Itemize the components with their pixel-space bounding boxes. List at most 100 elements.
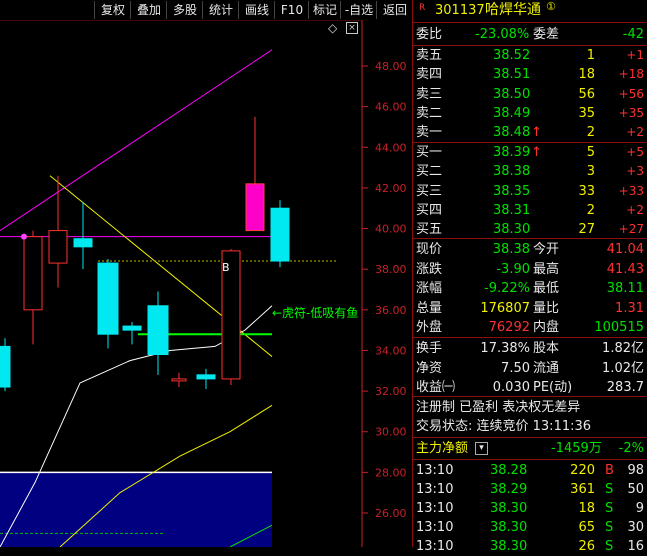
register-row: 注册制 已盈利 表决权无差异 [416, 400, 581, 415]
tick-price: 38.30 [490, 501, 528, 516]
asks-row[interactable]: 卖三 38.50 56 +56 [413, 85, 647, 104]
net-flow-value: -1459万 [551, 441, 602, 456]
tick-volume: 65 [578, 520, 595, 535]
stats2-row: 换手 17.38% 股本 1.82亿 [416, 341, 644, 356]
buy-marker: B [222, 261, 230, 274]
tick-time: 13:10 [416, 501, 454, 516]
tick-count: 98 [627, 463, 644, 478]
chart-settings-icon[interactable]: ◇ [328, 21, 337, 35]
tick-side: S [605, 501, 614, 516]
asks-change: +1 [626, 48, 644, 62]
net-flow-expand-icon[interactable]: ▾ [475, 442, 488, 455]
candle-body[interactable] [171, 378, 187, 382]
toolbar-button-7[interactable]: -自选 [340, 1, 377, 19]
candle-body[interactable] [147, 305, 169, 356]
toolbar-button-0[interactable]: 复权 [94, 1, 131, 19]
bids-row[interactable]: 买三 38.35 33 +33 [413, 182, 647, 201]
tick-time: 13:10 [416, 482, 454, 497]
quote-panel: R 301137 哈焊华通 ① 委比 -23.08% 委差 -42 卖五 38.5… [412, 0, 647, 554]
candle-body[interactable] [196, 374, 216, 380]
bids-label: 买一 [416, 145, 443, 160]
signal-dot [21, 233, 27, 240]
toolbar-button-3[interactable]: 统计 [202, 1, 239, 19]
y-tick-label: 48.00 [375, 60, 407, 73]
bids-change: +27 [618, 222, 644, 237]
kline-svg: 48.00 46.00 44.00 42.00 40.00 38.00 36.00 34.00… [0, 19, 407, 548]
toolbar: 复权 叠加 多股 统计 画线 F10 标记 -自选 返回 [0, 0, 412, 20]
asks-volume: 35 [578, 105, 595, 121]
asks-change: +35 [618, 105, 644, 120]
candle-body[interactable] [48, 230, 68, 264]
asks-label: 卖五 [416, 48, 443, 63]
asks-row[interactable]: 卖四 38.51 18 +18 [413, 65, 647, 84]
bids-price: 38.31 [493, 202, 531, 218]
bids-label: 买四 [416, 202, 443, 218]
toolbar-button-1[interactable]: 叠加 [130, 1, 167, 19]
tick-volume: 18 [578, 501, 595, 516]
y-tick-label: 30.00 [375, 426, 407, 439]
asks-row[interactable]: 卖二 38.49 35 +35 [413, 104, 647, 123]
stats-row: 涨幅 -9.22% 最低 38.11 [416, 281, 644, 296]
toolbar-button-8[interactable]: 返回 [376, 1, 413, 19]
toolbar-button-6[interactable]: 标记 [308, 1, 341, 19]
tick-row: 13:10 38.29 361 S 50 [413, 480, 647, 499]
bids-change: +3 [626, 164, 644, 179]
tick-time: 13:10 [416, 520, 454, 535]
bids-price: 38.38 [493, 164, 531, 180]
candle-body[interactable] [122, 325, 142, 331]
up-arrow-icon: ↑ [531, 125, 542, 141]
candle-body[interactable] [73, 238, 93, 248]
tick-row: 13:10 38.30 18 S 9 [413, 499, 647, 518]
toolbar-button-5[interactable]: F10 [274, 1, 309, 19]
stock-header: R 301137 哈焊华通 ① [413, 0, 647, 21]
tick-count: 30 [627, 520, 644, 535]
candle-body[interactable] [97, 262, 119, 335]
candle-body[interactable] [23, 236, 43, 311]
bids-row[interactable]: 买五 38.30 27 +27 [413, 220, 647, 239]
bids-price: 38.39 [493, 145, 531, 160]
candle-body[interactable] [245, 183, 265, 232]
asks-change: +56 [618, 86, 644, 101]
asks-label: 卖四 [416, 67, 443, 83]
asks-label: 卖一 [416, 125, 443, 141]
y-tick-label: 34.00 [375, 344, 407, 357]
bids-row[interactable]: 买一 38.39 ↑ 5 +5 [413, 143, 647, 162]
bids-label: 买五 [416, 222, 443, 238]
wei-cha-value: -42 [622, 27, 644, 42]
bids-volume: 3 [586, 164, 595, 180]
up-arrow-icon: ↑ [531, 145, 542, 160]
asks-row[interactable]: 卖五 38.52 1 +1 [413, 46, 647, 65]
bids-row[interactable]: 买二 38.38 3 +3 [413, 162, 647, 181]
tick-side: S [605, 482, 614, 497]
y-tick-label: 28.00 [375, 466, 407, 479]
tick-count: 50 [627, 482, 644, 497]
asks-row[interactable]: 卖一 38.48 ↑ 2 +2 [413, 123, 647, 142]
toolbar-button-2[interactable]: 多股 [166, 1, 203, 19]
y-tick-label: 38.00 [375, 263, 407, 276]
net-flow-row[interactable]: 主力净额 ▾ -1459万 -2% [413, 439, 647, 458]
stock-name[interactable]: 哈焊华通 [485, 1, 541, 20]
asks-volume: 1 [586, 48, 595, 63]
candle-body[interactable] [0, 345, 11, 388]
bids-volume: 2 [586, 202, 595, 218]
stats2-row: 净资 7.50 流通 1.02亿 [416, 360, 644, 376]
chart-annotation: ←虎符-低吸有鱼 [272, 306, 359, 320]
bids-price: 38.30 [493, 222, 531, 238]
asks-label: 卖三 [416, 86, 443, 102]
tick-price: 38.28 [490, 463, 528, 478]
asks-label: 卖二 [416, 105, 443, 121]
kline-chart[interactable]: 48.00 46.00 44.00 42.00 40.00 38.00 36.00 34.00… [0, 19, 412, 548]
tick-side: S [605, 520, 614, 535]
asks-volume: 18 [578, 67, 595, 83]
candle-body[interactable] [270, 207, 290, 262]
y-tick-label: 36.00 [375, 304, 407, 317]
toolbar-button-4[interactable]: 画线 [238, 1, 275, 19]
bids-change: +5 [626, 145, 644, 159]
y-tick-label: 32.00 [375, 385, 407, 398]
bids-row[interactable]: 买四 38.31 2 +2 [413, 201, 647, 220]
stats-row: 总量 176807 量比 1.31 [416, 300, 644, 316]
chart-close-icon[interactable]: × [346, 22, 358, 34]
stats-row: 涨跌 -3.90 最高 41.43 [416, 261, 644, 277]
asks-change: +2 [626, 125, 644, 140]
r-badge: R [419, 3, 426, 13]
